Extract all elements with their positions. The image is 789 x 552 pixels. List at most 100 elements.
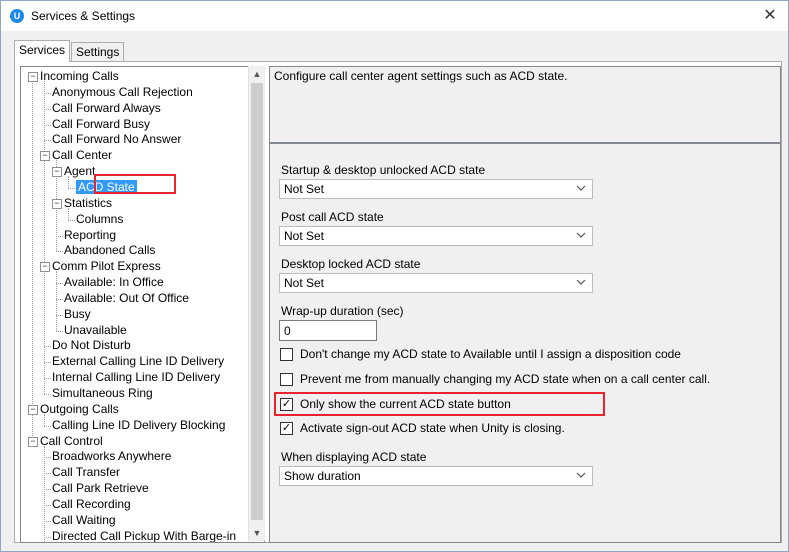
display-state-select[interactable]: Show duration bbox=[279, 466, 593, 486]
window-title: Services & Settings bbox=[31, 9, 136, 23]
tree-item-label: Directed Call Pickup With Barge-in bbox=[52, 528, 237, 543]
tree-item-label: Call Control bbox=[40, 433, 103, 448]
tree-item-broadworks-anywhere[interactable]: Broadworks Anywhere bbox=[52, 449, 171, 464]
wrapup-duration-label: Wrap-up duration (sec) bbox=[281, 304, 404, 318]
locked-state-label: Desktop locked ACD state bbox=[281, 257, 421, 271]
tab-services[interactable]: Services bbox=[14, 40, 71, 62]
collapse-icon[interactable]: − bbox=[28, 72, 38, 82]
tree-item-label: Call Park Retrieve bbox=[52, 481, 149, 496]
tree-item-call-forward-no-answer[interactable]: Call Forward No Answer bbox=[52, 132, 181, 147]
tree-item-reporting[interactable]: Reporting bbox=[64, 228, 116, 243]
tree-item-available-out-of-office[interactable]: Available: Out Of Office bbox=[64, 291, 189, 306]
tree-item-calling-line-id-blocking[interactable]: Calling Line ID Delivery Blocking bbox=[52, 418, 225, 433]
tree-item-external-calling-line-id[interactable]: External Calling Line ID Delivery bbox=[52, 354, 224, 369]
tree-item-label: Comm Pilot Express bbox=[52, 259, 161, 274]
chevron-down-icon bbox=[576, 279, 586, 285]
tree-item-agent[interactable]: Agent bbox=[64, 164, 95, 179]
tree-item-do-not-disturb[interactable]: Do Not Disturb bbox=[52, 338, 131, 353]
disposition-code-label: Don't change my ACD state to Available u… bbox=[300, 347, 681, 361]
tree-item-label: Anonymous Call Rejection bbox=[52, 84, 193, 99]
tree-item-unavailable[interactable]: Unavailable bbox=[64, 323, 127, 338]
tree-item-label: Do Not Disturb bbox=[52, 338, 131, 353]
tree-item-anonymous-call-rejection[interactable]: Anonymous Call Rejection bbox=[52, 85, 193, 100]
tree-item-label: Internal Calling Line ID Delivery bbox=[52, 370, 221, 385]
acd-state-highlight bbox=[94, 174, 176, 194]
startup-state-value: Not Set bbox=[284, 182, 325, 196]
tree-item-label: Call Forward Busy bbox=[52, 116, 151, 131]
tree-item-simultaneous-ring[interactable]: Simultaneous Ring bbox=[52, 386, 153, 401]
tree-item-label: Unavailable bbox=[64, 322, 127, 337]
tree-item-call-transfer[interactable]: Call Transfer bbox=[52, 465, 120, 480]
tree-item-statistics[interactable]: Statistics bbox=[64, 196, 112, 211]
tree-item-label: Call Forward No Answer bbox=[52, 132, 182, 147]
scroll-down-arrow-icon[interactable]: ▼ bbox=[249, 525, 265, 541]
tree-item-call-forward-always[interactable]: Call Forward Always bbox=[52, 101, 161, 116]
chevron-down-icon bbox=[576, 185, 586, 191]
tree-item-directed-call-pickup[interactable]: Directed Call Pickup With Barge-in bbox=[52, 528, 237, 543]
tree-item-call-control[interactable]: Call Control bbox=[40, 434, 103, 449]
tree-item-label: Reporting bbox=[64, 227, 117, 242]
tree-item-label: Simultaneous Ring bbox=[52, 386, 153, 400]
collapse-icon[interactable]: − bbox=[40, 262, 50, 273]
tree-item-label: Available: In Office bbox=[64, 275, 164, 290]
tree-item-label: Call Recording bbox=[52, 496, 131, 511]
scroll-thumb[interactable] bbox=[251, 83, 263, 520]
tree-item-label: Abandoned Calls bbox=[64, 243, 156, 258]
prevent-manual-change-checkbox[interactable] bbox=[280, 373, 293, 386]
tree-item-abandoned-calls[interactable]: Abandoned Calls bbox=[64, 243, 155, 258]
tree-item-label: Statistics bbox=[64, 195, 113, 210]
tree-item-call-park-retrieve[interactable]: Call Park Retrieve bbox=[52, 481, 149, 496]
chevron-down-icon bbox=[576, 232, 586, 238]
title-bar: U Services & Settings ✕ bbox=[1, 1, 788, 31]
post-call-state-select[interactable]: Not Set bbox=[279, 226, 593, 246]
tree-item-label: External Calling Line ID Delivery bbox=[52, 354, 225, 369]
chevron-down-icon bbox=[576, 472, 586, 478]
locked-state-select[interactable]: Not Set bbox=[279, 273, 593, 293]
activate-signout-checkbox[interactable]: ✓ bbox=[280, 422, 293, 435]
collapse-icon[interactable]: − bbox=[52, 198, 62, 209]
tree-item-label: Broadworks Anywhere bbox=[52, 449, 172, 464]
disposition-code-checkbox[interactable] bbox=[280, 348, 293, 361]
tree-item-label: Call Forward Always bbox=[52, 100, 161, 115]
collapse-icon[interactable]: − bbox=[28, 436, 38, 447]
tree-item-label: Busy bbox=[64, 306, 91, 321]
tab-settings[interactable]: Settings bbox=[71, 42, 125, 61]
tree-item-internal-calling-line-id[interactable]: Internal Calling Line ID Delivery bbox=[52, 370, 220, 385]
tree-item-label: Available: Out Of Office bbox=[64, 290, 189, 305]
tree-item-label: Call Center bbox=[52, 148, 113, 163]
startup-state-select[interactable]: Not Set bbox=[279, 179, 593, 199]
tree-item-outgoing-calls[interactable]: Outgoing Calls bbox=[40, 402, 119, 417]
tree-item-comm-pilot-express[interactable]: Comm Pilot Express bbox=[52, 259, 161, 274]
post-call-state-value: Not Set bbox=[284, 229, 325, 243]
close-icon[interactable]: ✕ bbox=[758, 5, 782, 27]
tree-item-label: Incoming Calls bbox=[40, 69, 119, 83]
display-state-value: Show duration bbox=[284, 469, 361, 483]
description-text: Configure call center agent settings suc… bbox=[274, 69, 568, 83]
tree-item-call-center[interactable]: Call Center bbox=[52, 148, 112, 163]
activate-signout-label: Activate sign-out ACD state when Unity i… bbox=[300, 421, 565, 435]
collapse-icon[interactable]: − bbox=[52, 167, 62, 178]
post-call-state-label: Post call ACD state bbox=[281, 210, 384, 224]
tree-scrollbar[interactable]: ▲ ▼ bbox=[248, 66, 265, 541]
only-show-current-highlight bbox=[274, 392, 605, 416]
wrapup-duration-input[interactable] bbox=[279, 320, 377, 341]
tree-item-call-waiting[interactable]: Call Waiting bbox=[52, 513, 116, 528]
locked-state-value: Not Set bbox=[284, 276, 325, 290]
services-tree: − Incoming Calls Anonymous Call Rejection C… bbox=[20, 66, 265, 543]
collapse-icon[interactable]: − bbox=[28, 404, 38, 415]
prevent-manual-change-label: Prevent me from manually changing my ACD… bbox=[300, 372, 711, 386]
collapse-icon[interactable]: − bbox=[40, 151, 50, 162]
tree-item-columns[interactable]: Columns bbox=[76, 212, 123, 227]
tree-item-available-in-office[interactable]: Available: In Office bbox=[64, 275, 164, 290]
tree-item-label: Call Waiting bbox=[52, 512, 116, 527]
tree-item-label: Calling Line ID Delivery Blocking bbox=[52, 417, 226, 432]
scroll-up-arrow-icon[interactable]: ▲ bbox=[249, 66, 265, 82]
startup-state-label: Startup & desktop unlocked ACD state bbox=[281, 163, 486, 177]
tree-item-label: Call Transfer bbox=[52, 465, 121, 480]
tree-item-incoming-calls[interactable]: Incoming Calls bbox=[40, 69, 119, 84]
tree-item-call-forward-busy[interactable]: Call Forward Busy bbox=[52, 117, 150, 132]
tree-item-call-recording[interactable]: Call Recording bbox=[52, 497, 131, 512]
tree-item-busy[interactable]: Busy bbox=[64, 307, 91, 322]
unity-app-icon: U bbox=[10, 9, 24, 23]
display-state-label: When displaying ACD state bbox=[281, 450, 427, 464]
